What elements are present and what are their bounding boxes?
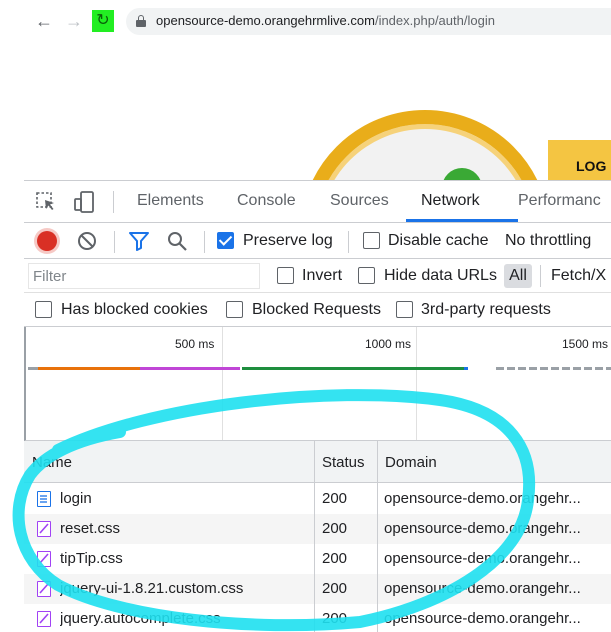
column-header-status[interactable]: Status — [322, 454, 365, 471]
inspect-element-icon[interactable] — [34, 190, 58, 214]
timeline-gridline — [416, 327, 417, 440]
devtools-panel: Elements Console Sources Network Perform… — [24, 180, 611, 632]
disable-cache-label: Disable cache — [388, 232, 489, 249]
type-filter-fetch-xhr[interactable]: Fetch/X — [551, 267, 606, 285]
stylesheet-icon — [37, 521, 51, 537]
preserve-log-label: Preserve log — [243, 232, 333, 249]
third-party-requests-checkbox[interactable] — [396, 301, 413, 318]
timeline-tick-label: 1500 ms — [562, 337, 609, 351]
timeline-bar-resources — [242, 367, 464, 370]
timeline-bar-document — [38, 367, 140, 370]
column-header-name[interactable]: Name — [32, 454, 72, 471]
timeline-bar-later — [496, 367, 611, 370]
cell-name: reset.css — [60, 520, 121, 537]
document-icon — [37, 491, 51, 507]
address-bar[interactable]: opensource-demo.orangehrmlive.com/index.… — [126, 8, 611, 35]
login-panel-title: LOG — [576, 158, 607, 174]
toolbar-separator — [114, 231, 115, 253]
cell-status: 200 — [322, 490, 348, 507]
timeline-tick-label: 500 ms — [175, 337, 215, 351]
invert-label: Invert — [302, 267, 343, 284]
url-path: /index.php/auth/login — [374, 13, 495, 28]
orangehrm-logo-ring — [300, 110, 550, 180]
cell-name: login — [60, 490, 92, 507]
tab-elements[interactable]: Elements — [137, 192, 204, 210]
reload-icon[interactable]: ↻ — [92, 10, 114, 32]
cell-domain: opensource-demo.orangehr... — [384, 610, 581, 627]
network-toolbar: Preserve log Disable cache No throttling — [24, 223, 611, 259]
cell-status: 200 — [322, 610, 348, 627]
cell-status: 200 — [322, 520, 348, 537]
url-host: opensource-demo.orangehrmlive.com — [156, 13, 375, 28]
timeline-gridline — [222, 327, 223, 440]
filter-bar: Invert Hide data URLs All Fetch/X — [24, 259, 611, 293]
filter-input[interactable] — [28, 263, 260, 289]
type-filter-all[interactable]: All — [504, 264, 532, 288]
column-divider — [377, 441, 378, 632]
cell-status: 200 — [322, 580, 348, 597]
stylesheet-icon — [37, 581, 51, 597]
blocked-requests-checkbox[interactable] — [226, 301, 243, 318]
has-blocked-cookies-checkbox[interactable] — [35, 301, 52, 318]
timeline-bar-load — [464, 367, 468, 370]
table-header: Name Status Domain — [24, 441, 611, 483]
lock-icon — [136, 15, 146, 27]
has-blocked-cookies-label: Has blocked cookies — [61, 301, 208, 318]
search-icon[interactable] — [166, 230, 188, 252]
cell-domain: opensource-demo.orangehr... — [384, 490, 581, 507]
url-text: opensource-demo.orangehrmlive.com/index.… — [156, 13, 495, 28]
tab-network[interactable]: Network — [421, 192, 480, 210]
hide-data-urls-checkbox[interactable] — [358, 267, 375, 284]
clear-icon[interactable] — [77, 231, 97, 251]
timeline-bar-waiting — [28, 367, 38, 370]
filter-icon[interactable] — [128, 231, 150, 251]
throttling-select[interactable]: No throttling — [505, 232, 591, 250]
requests-table: Name Status Domain login 200 opensource-de… — [24, 441, 611, 632]
toolbar-separator — [204, 231, 205, 253]
tab-performance[interactable]: Performanc — [518, 192, 601, 210]
cell-domain: opensource-demo.orangehr... — [384, 520, 581, 537]
column-divider — [314, 441, 315, 632]
hide-data-urls-label: Hide data URLs — [384, 267, 497, 284]
tab-sources[interactable]: Sources — [330, 192, 389, 210]
filter-separator — [540, 265, 541, 287]
cell-name: jquery-ui-1.8.21.custom.css — [60, 580, 244, 597]
cell-name: jquery.autocomplete.css — [60, 610, 221, 627]
cell-name: tipTip.css — [60, 550, 123, 567]
timeline-tick-label: 1000 ms — [365, 337, 412, 351]
back-arrow-icon[interactable]: ← — [32, 9, 56, 33]
tabbar-separator — [113, 191, 114, 213]
device-toolbar-icon[interactable] — [72, 190, 96, 214]
preserve-log-checkbox[interactable] — [217, 232, 234, 249]
browser-toolbar: ← → ↻ opensource-demo.orangehrmlive.com/… — [0, 0, 611, 42]
invert-checkbox[interactable] — [277, 267, 294, 284]
stylesheet-icon — [37, 611, 51, 627]
table-row[interactable]: login 200 opensource-demo.orangehr... — [24, 484, 611, 514]
forward-arrow-icon[interactable]: → — [62, 9, 86, 33]
toolbar-separator — [348, 231, 349, 253]
table-row[interactable]: tipTip.css 200 opensource-demo.orangehr... — [24, 544, 611, 574]
cell-domain: opensource-demo.orangehr... — [384, 580, 581, 597]
record-button[interactable] — [37, 231, 57, 251]
network-overview-timeline[interactable]: 500 ms 1000 ms 1500 ms — [24, 327, 611, 441]
timeline-bar-stylesheet — [140, 367, 240, 370]
devtools-tabbar: Elements Console Sources Network Perform… — [24, 181, 611, 223]
table-row[interactable]: jquery-ui-1.8.21.custom.css 200 opensource… — [24, 574, 611, 604]
active-tab-indicator — [406, 219, 518, 222]
tab-console[interactable]: Console — [237, 192, 296, 210]
third-party-requests-label: 3rd-party requests — [421, 301, 551, 318]
cell-status: 200 — [322, 550, 348, 567]
cell-domain: opensource-demo.orangehr... — [384, 550, 581, 567]
column-header-domain[interactable]: Domain — [385, 454, 437, 471]
table-row[interactable]: reset.css 200 opensource-demo.orangehr... — [24, 514, 611, 544]
page-content: LOG — [24, 42, 611, 180]
stylesheet-icon — [37, 551, 51, 567]
disable-cache-checkbox[interactable] — [363, 232, 380, 249]
blocked-filter-bar: Has blocked cookies Blocked Requests 3rd… — [24, 293, 611, 327]
table-row[interactable]: jquery.autocomplete.css 200 opensource-dem… — [24, 604, 611, 632]
blocked-requests-label: Blocked Requests — [252, 301, 381, 318]
